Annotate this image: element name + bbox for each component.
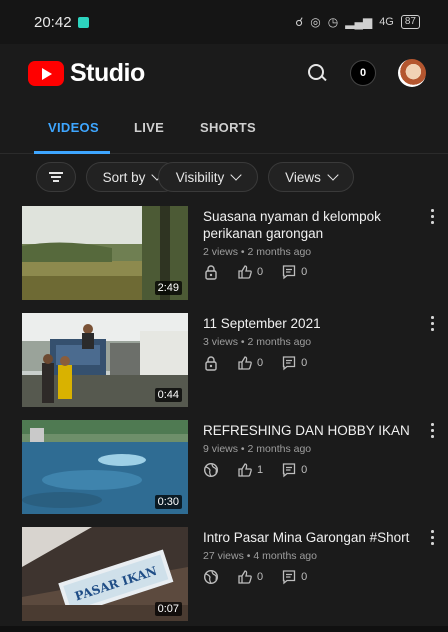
avatar[interactable] [398, 59, 426, 87]
comment-icon [282, 463, 296, 478]
notifications-button[interactable]: 0 [350, 60, 376, 86]
filter-button[interactable] [36, 162, 76, 192]
video-duration: 2:49 [154, 281, 182, 295]
video-duration: 0:07 [154, 602, 182, 616]
tab-videos[interactable]: VIDEOS [48, 120, 99, 135]
video-stats: 0 0 [203, 569, 307, 585]
app-header: Studio 0 [0, 44, 448, 102]
comment-count: 0 [301, 464, 308, 476]
more-options-icon[interactable] [430, 209, 434, 225]
video-meta: 27 views • 4 months ago [203, 550, 317, 562]
video-title[interactable]: REFRESHING DAN HOBBY IKAN [203, 422, 415, 439]
video-duration: 0:44 [154, 388, 182, 402]
network-label: 4G [379, 16, 394, 28]
video-duration: 0:30 [154, 495, 182, 509]
vibrate-icon: ◎ [310, 15, 321, 29]
alarm-icon: ◷ [327, 15, 339, 29]
visibility-label: Visibility [175, 169, 225, 185]
video-thumbnail[interactable]: 2:49 [22, 206, 188, 300]
video-thumbnail[interactable]: PASAR IKAN 0:07 [22, 527, 188, 621]
comment-icon [282, 356, 296, 371]
like-count: 1 [257, 464, 264, 476]
video-title[interactable]: Intro Pasar Mina Garongan #Short [203, 529, 415, 546]
video-row[interactable]: PASAR IKAN 0:07 Intro Pasar Mina Garonga… [0, 521, 448, 627]
bottom-edge [0, 626, 448, 632]
video-row[interactable]: 0:30 REFRESHING DAN HOBBY IKAN 9 views •… [0, 414, 448, 520]
video-meta: 9 views • 2 months ago [203, 443, 312, 455]
video-list: 2:49 Suasana nyaman d kelompok perikanan… [0, 200, 448, 632]
video-row[interactable]: 2:49 Suasana nyaman d kelompok perikanan… [0, 200, 448, 306]
phone-screen: 20:42 ☌ ◎ ◷ ▂▄▆ 4G 87 Studio 0 VIDEOS LI… [0, 0, 448, 632]
like-count: 0 [257, 357, 264, 369]
video-stats: 0 0 [203, 264, 307, 280]
chevron-down-icon [327, 168, 339, 181]
headset-icon: ☌ [295, 15, 304, 29]
more-options-icon[interactable] [430, 316, 434, 332]
globe-icon [203, 569, 219, 585]
search-icon[interactable] [306, 62, 328, 84]
lock-icon [205, 265, 217, 280]
lock-icon [205, 356, 217, 371]
youtube-logo-icon [28, 60, 64, 86]
status-icons: ☌ ◎ ◷ ▂▄▆ 4G 87 [295, 15, 420, 29]
battery-icon: 87 [400, 15, 420, 29]
views-label: Views [285, 169, 321, 185]
more-options-icon[interactable] [430, 530, 434, 546]
video-stats: 1 0 [203, 462, 307, 478]
visibility-dropdown[interactable]: Visibility [158, 162, 258, 192]
comment-icon [282, 265, 296, 280]
video-thumbnail[interactable]: 0:30 [22, 420, 188, 514]
views-dropdown[interactable]: Views [268, 162, 354, 192]
comment-count: 0 [301, 357, 308, 369]
like-icon [238, 570, 252, 584]
filter-icon [49, 172, 63, 182]
header-actions: 0 [306, 59, 426, 87]
more-options-icon[interactable] [430, 423, 434, 439]
like-icon [238, 463, 252, 477]
comment-count: 0 [301, 266, 308, 278]
tab-shorts[interactable]: SHORTS [200, 120, 256, 135]
globe-icon [203, 462, 219, 478]
like-icon [238, 265, 252, 279]
video-title[interactable]: 11 September 2021 [203, 315, 415, 332]
status-time: 20:42 [34, 13, 72, 31]
tab-live[interactable]: LIVE [134, 120, 164, 135]
content-tabs: VIDEOS LIVE SHORTS [0, 102, 448, 154]
like-icon [238, 356, 252, 370]
app-notification-icon [77, 16, 89, 28]
sort-by-label: Sort by [102, 169, 146, 185]
like-count: 0 [257, 571, 264, 583]
video-row[interactable]: 0:44 11 September 2021 3 views • 2 month… [0, 307, 448, 413]
filter-bar: Sort by Visibility Views [0, 154, 448, 200]
like-count: 0 [257, 266, 264, 278]
comment-count: 0 [301, 571, 308, 583]
comment-icon [282, 570, 296, 585]
chevron-down-icon [230, 168, 242, 181]
video-thumbnail[interactable]: 0:44 [22, 313, 188, 407]
signal-icon: ▂▄▆ [345, 15, 373, 29]
app-title: Studio [70, 58, 145, 87]
video-stats: 0 0 [203, 355, 307, 371]
video-meta: 3 views • 2 months ago [203, 336, 312, 348]
video-meta: 2 views • 2 months ago [203, 246, 312, 258]
status-bar: 20:42 ☌ ◎ ◷ ▂▄▆ 4G 87 [0, 0, 448, 44]
video-title[interactable]: Suasana nyaman d kelompok perikanan garo… [203, 208, 415, 242]
